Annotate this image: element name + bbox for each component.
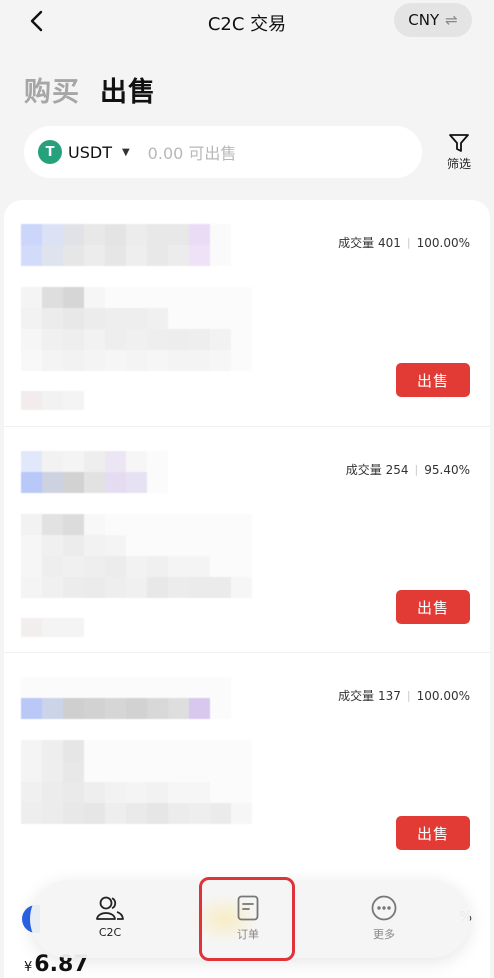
coin-name[interactable]: USDT <box>68 143 112 162</box>
nav-item-c2c[interactable]: C2C <box>70 894 150 939</box>
nav-item-more[interactable]: 更多 <box>344 894 424 942</box>
funnel-icon <box>449 134 469 152</box>
coin-amount-bar[interactable]: T USDT ▼ 0.00 可出售 <box>24 126 422 178</box>
trade-volume: 成交量 254 <box>345 463 409 477</box>
nav-label-c2c: C2C <box>98 926 122 939</box>
payment-info-redacted <box>21 740 252 824</box>
merchant-card[interactable]: 成交量 401 | 100.00% 出售 <box>4 200 490 426</box>
merchant-card[interactable]: 成交量 254 | 95.40% 出售 <box>4 426 490 652</box>
completion-rate: 100.00% <box>416 235 470 250</box>
trade-stats: 成交量 401 | 100.00% <box>338 234 470 251</box>
users-icon <box>96 896 124 920</box>
divider: | <box>406 689 411 702</box>
trade-volume: 成交量 401 <box>338 236 401 250</box>
caret-down-icon[interactable]: ▼ <box>122 147 130 158</box>
payment-info-redacted <box>21 287 252 371</box>
filter-button[interactable]: 筛选 <box>442 132 476 176</box>
limit-redacted <box>21 618 84 637</box>
sell-button[interactable]: 出售 <box>396 816 470 850</box>
listing-panel: 成交量 401 | 100.00% 出售 成交量 254 | 95.40% 出售 <box>4 200 490 978</box>
bottom-nav: C2C 订单 更多 <box>30 880 470 958</box>
trade-tabs: 购买 出售 <box>24 70 156 109</box>
sell-button[interactable]: 出售 <box>396 590 470 624</box>
currency-switch-button[interactable]: CNY ⇌ <box>394 3 472 37</box>
merchant-name-redacted <box>21 224 231 266</box>
trade-stats: 成交量 254 | 95.40% <box>346 461 470 478</box>
nav-item-orders[interactable]: 订单 <box>208 894 288 942</box>
usdt-coin-icon: T <box>38 140 62 164</box>
payment-info-redacted <box>21 514 252 598</box>
nav-label-more: 更多 <box>373 928 395 941</box>
completion-rate: 100.00% <box>416 688 470 703</box>
trade-stats: 成交量 137 | 100.00% <box>338 687 470 704</box>
divider: | <box>414 463 419 476</box>
filter-label: 筛选 <box>446 157 471 171</box>
completion-rate: 95.40% <box>424 462 470 477</box>
price-currency-symbol: ¥ <box>24 960 33 975</box>
more-dots-icon <box>371 895 397 921</box>
divider: | <box>406 236 411 249</box>
amount-input[interactable]: 0.00 可出售 <box>148 140 237 164</box>
tab-buy[interactable]: 购买 <box>24 70 80 109</box>
limit-redacted <box>21 391 84 410</box>
swap-icon: ⇌ <box>445 11 458 29</box>
merchant-name-redacted <box>21 451 168 493</box>
nav-label-orders: 订单 <box>237 928 259 941</box>
sell-button[interactable]: 出售 <box>396 363 470 397</box>
currency-label: CNY <box>408 11 440 29</box>
order-document-icon <box>237 895 259 921</box>
tab-sell[interactable]: 出售 <box>100 70 156 109</box>
top-bar: C2C 交易 CNY ⇌ <box>0 0 494 44</box>
trade-volume: 成交量 137 <box>338 689 401 703</box>
merchant-card[interactable]: 成交量 137 | 100.00% 出售 <box>4 652 490 878</box>
merchant-name-redacted <box>21 677 231 719</box>
